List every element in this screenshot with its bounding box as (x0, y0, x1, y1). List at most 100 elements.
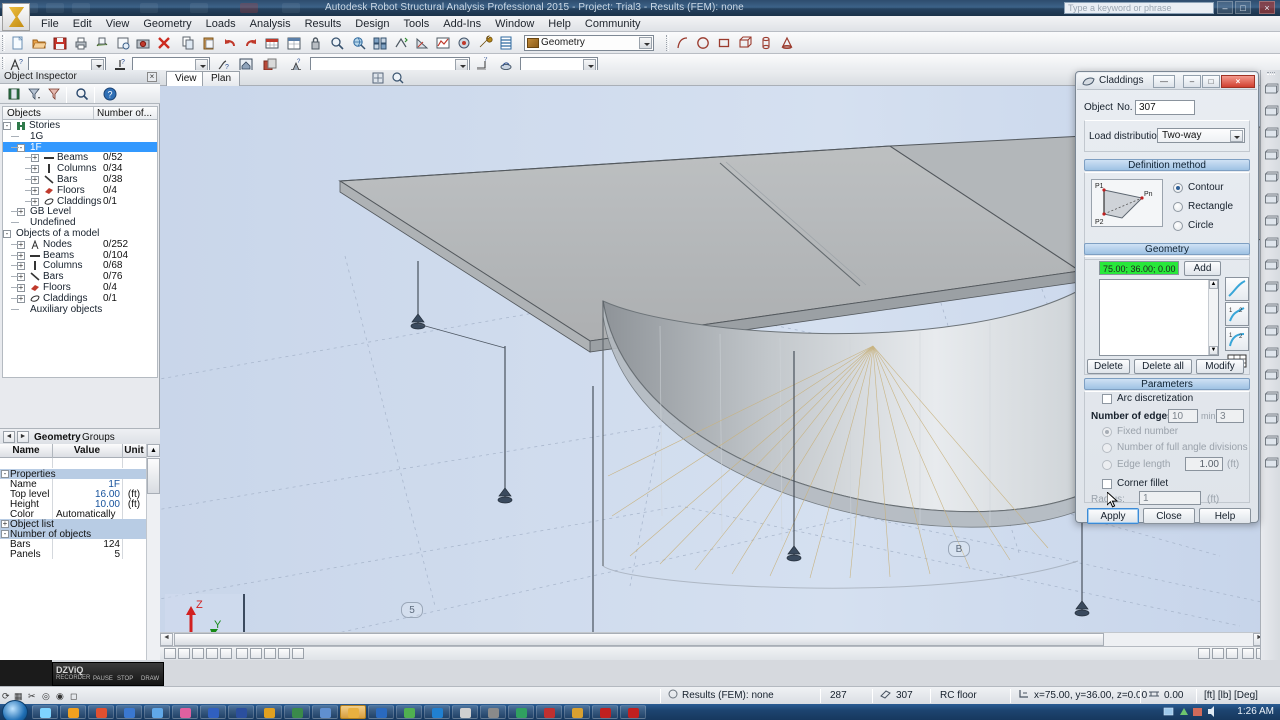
taskbar-item-17[interactable] (508, 705, 534, 719)
panel-icon[interactable] (1263, 170, 1279, 186)
tree-expander[interactable]: + (31, 165, 39, 174)
taskbar-item-5[interactable] (172, 705, 198, 719)
menu-item-help[interactable]: Help (541, 16, 578, 32)
menu-item-design[interactable]: Design (348, 16, 396, 32)
dialog-minimize-button[interactable]: – (1183, 75, 1201, 88)
taskbar-item-15[interactable] (452, 705, 478, 719)
menu-item-view[interactable]: View (99, 16, 137, 32)
menu-item-file[interactable]: File (34, 16, 66, 32)
tree-expander[interactable]: + (17, 273, 25, 282)
menu-item-analysis[interactable]: Analysis (243, 16, 298, 32)
scroll-up-button[interactable]: ▲ (147, 444, 160, 457)
property-row[interactable]: Panels 5 (0, 549, 146, 560)
units-icon[interactable] (1263, 82, 1279, 98)
min-edges-input[interactable]: 3 (1216, 409, 1244, 423)
snapshot-icon[interactable] (135, 35, 151, 51)
lock-load-icon[interactable] (1263, 390, 1279, 406)
menu-item-results[interactable]: Results (298, 16, 349, 32)
thin-plate-icon[interactable] (1263, 126, 1279, 142)
print-preview-icon[interactable] (94, 35, 110, 51)
results-table-icon[interactable] (1263, 346, 1279, 362)
tree-item-1g[interactable]: 1G (3, 131, 157, 142)
add-button[interactable]: Add (1184, 261, 1221, 276)
start-button-icon[interactable] (2, 700, 28, 720)
tree-item-nodes[interactable]: + Nodes 0/252 (3, 239, 157, 250)
edge-length-radio[interactable] (1102, 460, 1112, 470)
filter-icon[interactable] (26, 86, 42, 102)
search-icon[interactable] (74, 86, 90, 102)
taskbar-item-10[interactable] (312, 705, 338, 719)
taskbar-item-20[interactable] (592, 705, 618, 719)
taskbar-item-2[interactable] (88, 705, 114, 719)
menu-item-add-ins[interactable]: Add-Ins (436, 16, 488, 32)
close-icon[interactable]: × (147, 72, 157, 82)
tree-expander[interactable]: + (17, 283, 25, 292)
table-icon[interactable] (264, 35, 280, 51)
recorder-draw-button[interactable]: DRAW (141, 676, 159, 682)
redo-icon[interactable] (243, 35, 259, 51)
tree-item-beams[interactable]: + Beams 0/52 (3, 152, 157, 163)
delete-x-icon[interactable] (156, 35, 172, 51)
zoom-out-icon[interactable] (329, 35, 345, 51)
property-value[interactable]: 5 (52, 549, 122, 560)
menu-item-tools[interactable]: Tools (397, 16, 437, 32)
tree-item-columns[interactable]: + Columns 0/34 (3, 163, 157, 174)
slab-icon[interactable] (1263, 148, 1279, 164)
diagram-icon[interactable] (414, 35, 430, 51)
taskbar-item-13[interactable] (396, 705, 422, 719)
undo-icon[interactable] (222, 35, 238, 51)
print-icon[interactable] (73, 35, 89, 51)
chevron-down-icon[interactable] (639, 37, 652, 49)
coordinate-input[interactable]: 75.00; 36.00; 0.00 (1099, 261, 1179, 275)
tree-expander[interactable]: + (17, 262, 25, 271)
thick-plate-icon[interactable] (1263, 192, 1279, 208)
taskbar-item-21[interactable] (620, 705, 646, 719)
dialog-maximize-button[interactable]: □ (1202, 75, 1220, 88)
load-case-icon[interactable] (1263, 302, 1279, 318)
box-icon[interactable] (1263, 214, 1279, 230)
tree-expander[interactable]: - (17, 143, 25, 152)
layout-selector-combo[interactable]: Geometry (524, 35, 654, 51)
dialog-pin-button[interactable]: — (1153, 75, 1175, 88)
taskbar-clock[interactable]: 1:26 AM (1237, 704, 1274, 720)
grid-table-icon[interactable] (1263, 412, 1279, 428)
printer-tray-icon[interactable] (1263, 456, 1279, 472)
spreadsheet-icon[interactable] (1263, 434, 1279, 450)
viewport-horizontal-scrollbar[interactable]: ◄ ► (160, 632, 1280, 646)
taskbar-item-4[interactable] (144, 705, 170, 719)
tree-expander[interactable]: + (17, 208, 25, 217)
factory-icon[interactable] (1263, 368, 1279, 384)
tree-item-undefined[interactable]: Undefined (3, 217, 157, 228)
tree-item-gb-level[interactable]: + GB Level (3, 206, 157, 217)
menu-item-community[interactable]: Community (578, 16, 648, 32)
copy-panel-icon[interactable] (1263, 280, 1279, 296)
tree-item-objects-of-a-model[interactable]: - Objects of a model (3, 228, 157, 239)
tree-item-auxiliary-objects[interactable]: Auxiliary objects (3, 304, 157, 315)
taskbar-item-9[interactable] (284, 705, 310, 719)
tree-expander[interactable]: + (17, 294, 25, 303)
taskbar-item-11[interactable] (340, 705, 366, 719)
save-layout-icon[interactable] (6, 86, 22, 102)
property-row[interactable]: Height 10.00 (ft) (0, 499, 146, 510)
arc-icon[interactable] (674, 35, 690, 51)
taskbar-item-1[interactable] (60, 705, 86, 719)
cone-icon[interactable] (779, 35, 795, 51)
chart-icon[interactable] (435, 35, 451, 51)
chevron-down-icon[interactable] (1230, 130, 1243, 142)
recorder-pause-button[interactable]: PAUSE (93, 676, 113, 682)
tree-item-floors[interactable]: + Floors 0/4 (3, 185, 157, 196)
property-row[interactable]: Top level 16.00 (ft) (0, 489, 146, 500)
line-segment-icon[interactable] (1225, 277, 1249, 301)
report-icon[interactable] (286, 35, 302, 51)
taskbar-item-6[interactable] (200, 705, 226, 719)
taskbar-item-0[interactable] (32, 705, 58, 719)
job-preferences-icon[interactable] (456, 35, 472, 51)
scroll-down-button[interactable]: ▼ (1209, 346, 1218, 355)
tab-groups[interactable]: Groups (82, 431, 115, 445)
help-icon[interactable]: ? (102, 86, 118, 102)
tree-item-claddings[interactable]: + Claddings 0/1 (3, 293, 157, 304)
rectangle-radio[interactable] (1173, 202, 1183, 212)
menu-item-loads[interactable]: Loads (199, 16, 243, 32)
modify-button[interactable]: Modify (1196, 359, 1244, 374)
menu-item-window[interactable]: Window (488, 16, 541, 32)
